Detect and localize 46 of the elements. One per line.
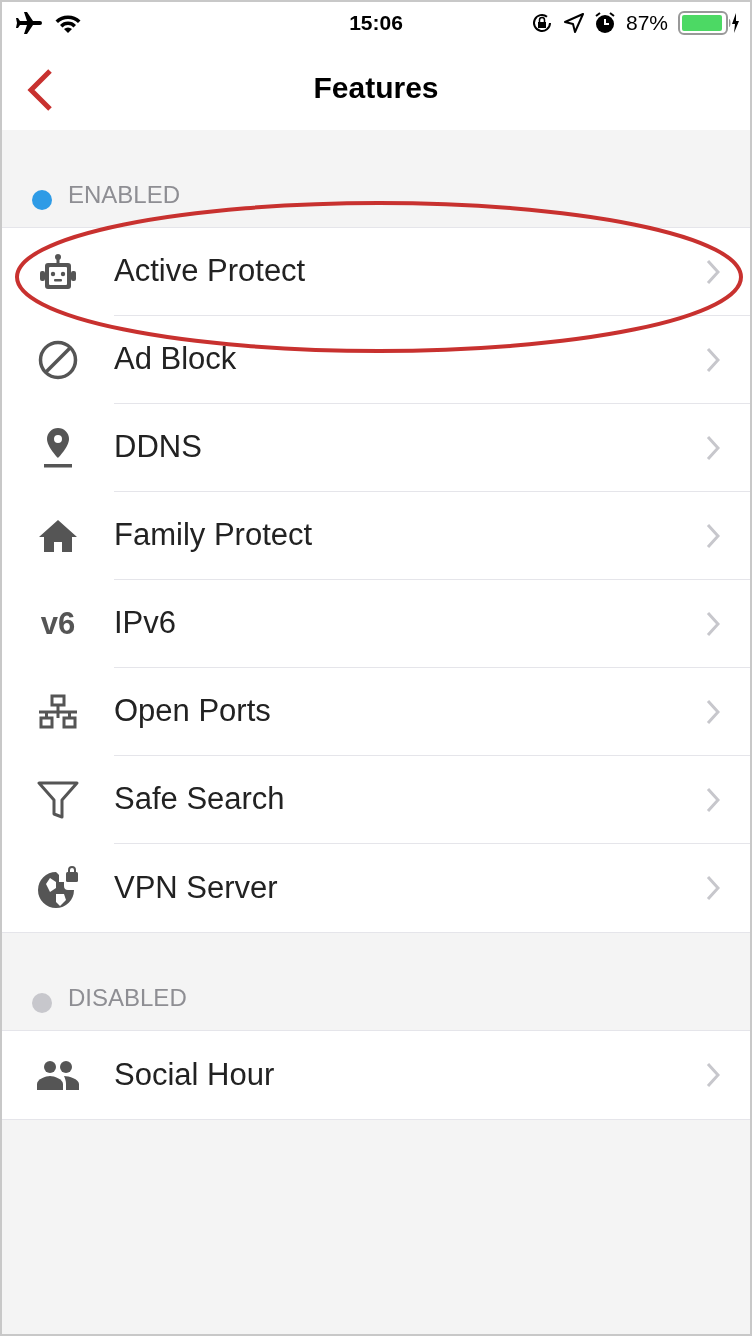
filter-icon bbox=[37, 781, 79, 819]
chevron-right-icon bbox=[706, 786, 720, 813]
feature-label: IPv6 bbox=[114, 604, 178, 643]
chevron-right-icon bbox=[706, 1062, 720, 1088]
robot-icon bbox=[38, 253, 78, 291]
feature-row[interactable]: Family Protect bbox=[2, 492, 750, 580]
section-header: DISABLED bbox=[68, 983, 187, 1013]
section-header: ENABLED bbox=[68, 180, 181, 210]
chevron-right-icon bbox=[706, 875, 720, 901]
wifi-icon bbox=[54, 13, 82, 33]
feature-row[interactable]: v6 IPv6 bbox=[2, 580, 750, 668]
feature-label: Open Ports bbox=[114, 692, 272, 731]
location-arrow-icon bbox=[563, 13, 584, 33]
feature-row[interactable]: Social Hour bbox=[2, 1031, 750, 1119]
chevron-right-icon bbox=[706, 698, 720, 725]
feature-row[interactable]: Ad Block bbox=[2, 316, 750, 404]
chevron-right-icon bbox=[706, 522, 720, 549]
feature-label: Social Hour bbox=[114, 1055, 276, 1094]
chevron-right-icon bbox=[706, 610, 720, 637]
globe-lock-icon bbox=[36, 866, 80, 910]
feature-label: Family Protect bbox=[114, 516, 314, 555]
feature-row[interactable]: Safe Search bbox=[2, 756, 750, 844]
feature-label: Safe Search bbox=[114, 780, 286, 819]
feature-row[interactable]: VPN Server bbox=[2, 844, 750, 932]
chevron-right-icon bbox=[706, 258, 720, 285]
feature-row[interactable]: Active Protect bbox=[2, 228, 750, 316]
feature-row[interactable]: Open Ports bbox=[2, 668, 750, 756]
chevron-right-icon bbox=[706, 434, 720, 461]
location-pin-icon bbox=[42, 427, 74, 469]
page-title: Features bbox=[313, 69, 439, 106]
block-icon bbox=[38, 340, 78, 380]
battery-charging-icon bbox=[678, 11, 740, 35]
home-icon bbox=[38, 519, 78, 553]
chevron-right-icon bbox=[706, 346, 720, 373]
feature-label: Active Protect bbox=[114, 252, 307, 291]
network-icon bbox=[38, 694, 78, 730]
feature-row[interactable]: DDNS bbox=[2, 404, 750, 492]
back-chevron-icon bbox=[27, 69, 53, 111]
v6-icon: v6 bbox=[40, 600, 76, 648]
feature-label: Ad Block bbox=[114, 340, 238, 379]
status-time: 15:06 bbox=[348, 10, 404, 37]
feature-label: VPN Server bbox=[114, 868, 279, 907]
people-icon bbox=[37, 1060, 79, 1090]
alarm-icon bbox=[593, 12, 616, 34]
battery-percent: 87% bbox=[625, 10, 668, 37]
feature-label: DDNS bbox=[114, 428, 203, 467]
